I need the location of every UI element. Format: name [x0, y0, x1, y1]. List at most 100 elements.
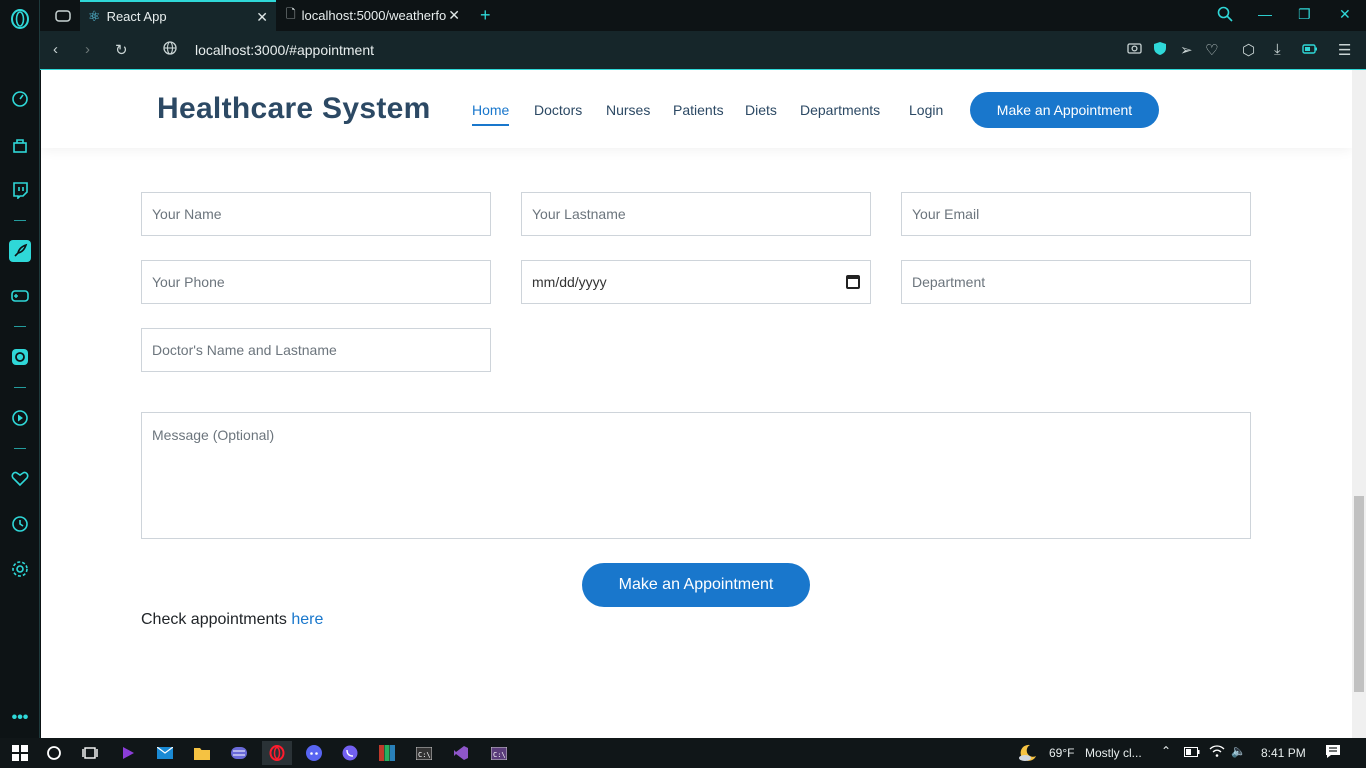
task-view-icon[interactable]: [77, 741, 103, 765]
calendar-icon[interactable]: [846, 275, 860, 289]
tab-label: React App: [106, 9, 167, 24]
nav-diets[interactable]: Diets: [745, 102, 777, 118]
speed-dial-icon[interactable]: [9, 88, 31, 110]
opera-taskbar-icon[interactable]: [262, 741, 292, 765]
instagram-icon[interactable]: [9, 346, 31, 368]
shop-icon[interactable]: [9, 134, 31, 156]
discord-icon[interactable]: [301, 741, 327, 765]
notifications-icon[interactable]: [1325, 744, 1341, 762]
mail-icon[interactable]: [152, 741, 178, 765]
tab-react-app[interactable]: ⚛ React App ✕: [80, 0, 276, 31]
twitch-icon[interactable]: [9, 179, 31, 201]
nav-login[interactable]: Login: [909, 102, 943, 118]
more-dots-icon[interactable]: •••: [9, 707, 31, 729]
weather-temp[interactable]: 69°F: [1049, 746, 1074, 760]
send-icon[interactable]: ➢: [1180, 41, 1193, 59]
svg-text:C:\: C:\: [493, 751, 506, 759]
clock-time[interactable]: 8:41 PM: [1261, 746, 1306, 760]
message-textarea[interactable]: Message (Optional): [141, 412, 1251, 539]
viber-icon[interactable]: [337, 741, 363, 765]
submit-appointment-button[interactable]: Make an Appointment: [582, 563, 810, 607]
check-appointments-link[interactable]: here: [291, 611, 323, 628]
site-header: Healthcare System Home Doctors Nurses Pa…: [41, 70, 1352, 148]
volume-icon[interactable]: 🔈: [1231, 744, 1246, 758]
file-explorer-icon[interactable]: [189, 741, 215, 765]
check-appointments-text: Check appointments here: [141, 611, 323, 629]
back-icon[interactable]: ‹: [53, 41, 58, 58]
globe-icon: [163, 41, 177, 59]
visual-studio-icon[interactable]: [448, 741, 474, 765]
minimize-icon[interactable]: —: [1258, 6, 1272, 22]
nav-nurses[interactable]: Nurses: [606, 102, 650, 118]
download-icon[interactable]: ⤓: [1274, 41, 1281, 58]
nav-doctors[interactable]: Doctors: [534, 102, 582, 118]
phone-input[interactable]: Your Phone: [141, 260, 491, 304]
player-icon[interactable]: [9, 407, 31, 429]
search-circle-icon[interactable]: [41, 741, 67, 765]
rocket-icon[interactable]: [9, 240, 31, 262]
tab-weatherforecast[interactable]: 🗋 localhost:5000/weatherfore ✕: [278, 0, 468, 31]
windows-start-icon[interactable]: [7, 741, 33, 765]
nav-departments[interactable]: Departments: [800, 102, 880, 118]
weather-text[interactable]: Mostly cl...: [1085, 746, 1142, 760]
battery-icon[interactable]: [1184, 746, 1200, 760]
nav-home[interactable]: Home: [472, 102, 510, 126]
app-stack-icon[interactable]: [226, 741, 252, 765]
react-icon: ⚛: [88, 8, 101, 24]
wifi-icon[interactable]: [1209, 744, 1225, 761]
easy-setup-icon[interactable]: ☰: [1338, 41, 1351, 59]
reload-icon[interactable]: ↻: [115, 41, 128, 59]
email-input[interactable]: Your Email: [901, 192, 1251, 236]
address-bar: ‹ › ↻ localhost:3000/#appointment ➢ ♡ ⬡ …: [40, 31, 1366, 70]
history-icon[interactable]: [9, 513, 31, 535]
restore-icon[interactable]: ❐: [1298, 6, 1311, 23]
close-tab-icon[interactable]: ✕: [256, 9, 268, 26]
battery-saver-icon[interactable]: [1302, 41, 1318, 58]
gx-corner-icon[interactable]: [48, 0, 78, 31]
sidebar-separator: [14, 326, 26, 327]
site-logo[interactable]: Healthcare System: [157, 92, 431, 126]
bookmark-heart-icon[interactable]: ♡: [1205, 41, 1218, 59]
url-field[interactable]: localhost:3000/#appointment: [195, 42, 374, 58]
winrar-icon[interactable]: [374, 741, 400, 765]
weather-moon-icon[interactable]: [1018, 743, 1038, 766]
doctor-input[interactable]: Doctor's Name and Lastname: [141, 328, 491, 372]
terminal-icon[interactable]: C:\: [411, 741, 437, 765]
sidebar-separator: [14, 220, 26, 221]
web-page: Healthcare System Home Doctors Nurses Pa…: [41, 70, 1352, 738]
camera-icon[interactable]: [1127, 41, 1142, 58]
forward-icon[interactable]: ›: [85, 41, 90, 58]
tab-label: localhost:5000/weatherfore: [301, 8, 447, 23]
check-label: Check appointments: [141, 611, 292, 628]
header-appointment-button[interactable]: Make an Appointment: [970, 92, 1159, 128]
new-tab-icon[interactable]: +: [480, 0, 500, 31]
media-player-icon[interactable]: [115, 741, 141, 765]
chevron-up-icon[interactable]: ⌃: [1161, 744, 1171, 758]
search-icon[interactable]: [1217, 6, 1233, 25]
lastname-input[interactable]: Your Lastname: [521, 192, 871, 236]
close-tab-icon[interactable]: ✕: [448, 7, 460, 24]
opera-sidebar: •••: [0, 0, 40, 738]
opera-logo-icon[interactable]: [9, 8, 31, 30]
page-icon: 🗋: [286, 7, 296, 21]
tab-bar: ⚛ React App ✕ 🗋 localhost:5000/weatherfo…: [40, 0, 1366, 31]
scroll-thumb[interactable]: [1354, 496, 1364, 692]
screen: ••• ⚛ React App ✕ 🗋 localhost:5000/weath…: [0, 0, 1366, 768]
heart-icon[interactable]: [9, 468, 31, 490]
date-input[interactable]: mm/dd/yyyy: [521, 260, 871, 304]
cube-icon[interactable]: ⬡: [1242, 41, 1255, 59]
terminal-purple-icon[interactable]: C:\: [486, 741, 512, 765]
department-input[interactable]: Department: [901, 260, 1251, 304]
name-input[interactable]: Your Name: [141, 192, 491, 236]
date-placeholder: mm/dd/yyyy: [532, 274, 607, 290]
svg-text:C:\: C:\: [418, 751, 431, 759]
vpn-shield-icon[interactable]: [1153, 41, 1167, 60]
sidebar-separator: [14, 448, 26, 449]
close-window-icon[interactable]: ✕: [1339, 6, 1351, 23]
gamepad-icon[interactable]: [9, 285, 31, 307]
page-scrollbar[interactable]: [1352, 70, 1366, 738]
windows-taskbar: C:\ C:\ 69°F Mostly cl... ⌃ 🔈 8:41 PM: [0, 738, 1366, 768]
settings-gear-icon[interactable]: [9, 558, 31, 580]
nav-patients[interactable]: Patients: [673, 102, 724, 118]
sidebar-separator: [14, 387, 26, 388]
